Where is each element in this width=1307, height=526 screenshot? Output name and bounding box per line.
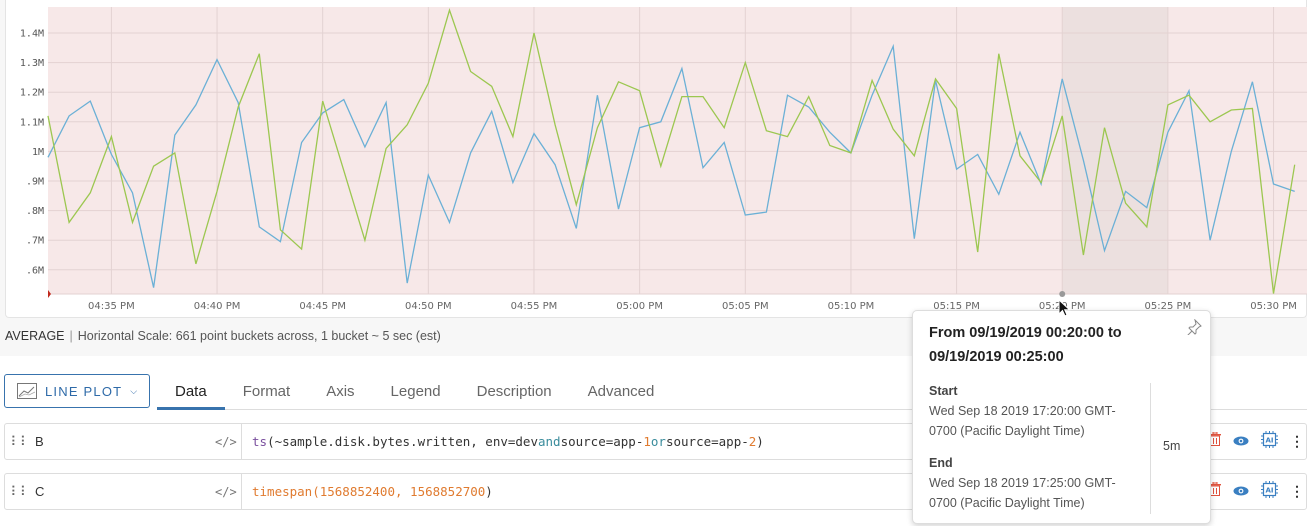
svg-text:AI: AI xyxy=(1265,486,1273,494)
expression-token: timespan(1568852400, 1568852700 xyxy=(252,484,486,499)
x-tick-label: 04:45 PM xyxy=(299,301,346,312)
tab-legend[interactable]: Legend xyxy=(373,374,459,410)
expression-token: ) xyxy=(485,484,493,499)
line-chart-icon xyxy=(17,383,37,399)
chevron-down-icon: ⌵ xyxy=(130,385,139,396)
query-name[interactable]: B xyxy=(35,434,215,449)
drag-handle-icon[interactable]: ⠇⠇ xyxy=(5,484,35,500)
tooltip-start: Start Wed Sep 18 2019 17:20:00 GMT-0700 … xyxy=(929,381,1139,441)
hover-point xyxy=(1059,291,1066,297)
highlight-range xyxy=(1062,7,1168,294)
expression-token: (~sample.disk.bytes.written, env=dev xyxy=(267,434,538,449)
mouse-cursor-icon xyxy=(1058,299,1071,317)
y-tick-label: 1.3M xyxy=(20,58,44,69)
y-tick-label: .6M xyxy=(26,265,44,276)
code-toggle-icon[interactable]: </> xyxy=(215,435,241,449)
start-label: Start xyxy=(929,384,958,398)
expression-token: 2 xyxy=(748,434,757,449)
y-tick-label: 1M xyxy=(32,147,44,158)
time-range-tooltip: From 09/19/2019 00:20:00 to 09/19/2019 0… xyxy=(912,310,1211,524)
start-value: Wed Sep 18 2019 17:20:00 GMT-0700 (Pacif… xyxy=(929,404,1116,438)
y-tick-label: 1.4M xyxy=(20,29,44,40)
tooltip-title: From 09/19/2019 00:20:00 to 09/19/2019 0… xyxy=(929,325,1122,365)
tab-advanced[interactable]: Advanced xyxy=(570,374,673,410)
x-tick-label: 05:30 PM xyxy=(1250,301,1297,312)
tab-axis[interactable]: Axis xyxy=(308,374,372,410)
chart-summary: AVERAGE | Horizontal Scale: 661 point buck… xyxy=(5,329,441,343)
x-tick-label: 04:40 PM xyxy=(194,301,241,312)
x-tick-label: 04:55 PM xyxy=(511,301,558,312)
ai-chip-icon[interactable]: AI xyxy=(1261,430,1278,453)
expression-token: source=app- xyxy=(560,434,644,449)
expression-token: and xyxy=(538,434,561,449)
expression-token: or xyxy=(650,434,666,449)
chart-type-label: LINE PLOT xyxy=(45,383,123,399)
query-actions: AI ⋮ xyxy=(1209,424,1306,459)
tab-data[interactable]: Data xyxy=(157,374,225,410)
x-tick-label: 05:00 PM xyxy=(616,301,663,312)
x-tick-label: 04:50 PM xyxy=(405,301,452,312)
aggregation-label: AVERAGE xyxy=(5,329,65,343)
line-chart[interactable]: .6M .7M .8M .9M 1M 1.1M 1.2M 1.3M 1.4M 04:35 PM 04… xyxy=(6,0,1307,318)
end-label: End xyxy=(929,456,953,470)
tooltip-duration: 5m xyxy=(1163,439,1181,453)
ai-chip-icon[interactable]: AI xyxy=(1261,480,1278,503)
eye-icon[interactable] xyxy=(1233,433,1249,451)
eye-icon[interactable] xyxy=(1233,483,1249,501)
query-actions: AI ⋮ xyxy=(1209,474,1306,509)
code-toggle-icon[interactable]: </> xyxy=(215,485,241,499)
y-tick-label: .7M xyxy=(26,236,44,247)
svg-text:AI: AI xyxy=(1265,436,1273,444)
more-options-icon[interactable]: ⋮ xyxy=(1290,483,1304,500)
summary-separator: | xyxy=(69,329,73,343)
end-value: Wed Sep 18 2019 17:25:00 GMT-0700 (Pacif… xyxy=(929,476,1116,510)
tooltip-end: End Wed Sep 18 2019 17:25:00 GMT-0700 (P… xyxy=(929,453,1139,513)
horizontal-scale-text: Horizontal Scale: 661 point buckets acro… xyxy=(77,329,441,343)
tab-format[interactable]: Format xyxy=(225,374,309,410)
tooltip-divider xyxy=(1150,383,1151,514)
tab-description[interactable]: Description xyxy=(459,374,570,410)
pin-icon[interactable] xyxy=(1186,318,1202,340)
chart-type-dropdown[interactable]: LINE PLOT ⌵ xyxy=(4,374,150,408)
expression-token: ) xyxy=(756,434,764,449)
x-tick-label: 04:35 PM xyxy=(88,301,135,312)
drag-handle-icon[interactable]: ⠇⠇ xyxy=(5,434,35,450)
chart-panel: .6M .7M .8M .9M 1M 1.1M 1.2M 1.3M 1.4M 04:35 PM 04… xyxy=(5,0,1307,318)
expression-token: ts xyxy=(252,434,268,449)
y-tick-label: 1.2M xyxy=(20,88,44,99)
more-options-icon[interactable]: ⋮ xyxy=(1290,433,1304,450)
x-tick-label: 05:05 PM xyxy=(722,301,769,312)
expression-token: 1 xyxy=(643,434,651,449)
y-tick-label: 1.1M xyxy=(20,117,44,128)
x-tick-label: 05:10 PM xyxy=(828,301,875,312)
query-name[interactable]: C xyxy=(35,484,215,499)
y-tick-label: .8M xyxy=(26,206,44,217)
y-tick-label: .9M xyxy=(26,177,44,188)
expression-token: source=app- xyxy=(665,434,749,449)
